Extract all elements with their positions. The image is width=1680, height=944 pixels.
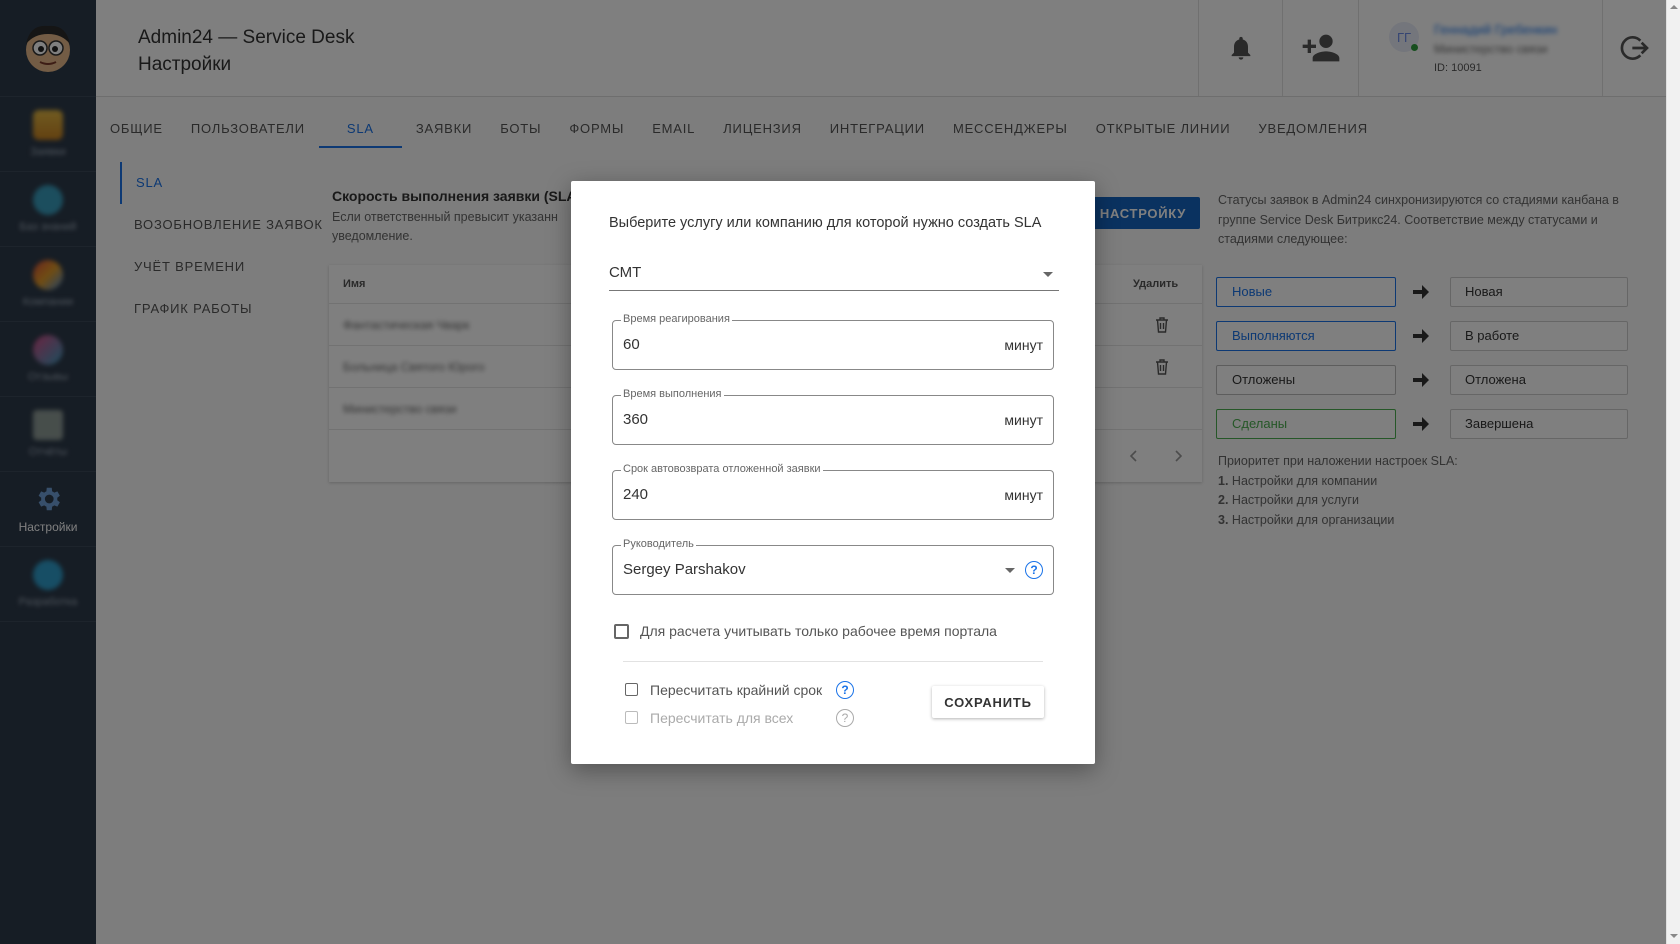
recalc-all-checkbox [625,711,638,724]
recalc-deadline-checkbox[interactable] [625,683,638,696]
scroll-up-icon[interactable] [1670,5,1678,9]
service-company-select[interactable]: СМТ [609,257,1059,291]
reaction-time-field[interactable]: Время реагирования 60 минут [612,313,1054,370]
field-label: Время реагирования [621,313,732,325]
work-time-checkbox-label[interactable]: Для расчета учитывать только рабочее вре… [640,623,997,639]
field-label: Срок автовозврата отложенной заявки [621,463,823,475]
field-unit: минут [1004,412,1043,428]
work-time-checkbox[interactable] [614,624,629,639]
recalc-deadline-label[interactable]: Пересчитать крайний срок [650,682,822,698]
field-value: Sergey Parshakov [623,561,746,578]
manager-select[interactable]: Руководитель Sergey Parshakov ? [612,538,1054,595]
field-unit: минут [1004,337,1043,353]
field-value[interactable]: 60 [623,336,640,353]
chevron-down-icon[interactable] [1005,568,1015,573]
divider [623,661,1043,662]
field-label: Руководитель [621,538,696,550]
chevron-down-icon [1043,272,1053,277]
field-label: Время выполнения [621,388,724,400]
help-icon[interactable]: ? [836,681,854,699]
field-value[interactable]: 360 [623,411,648,428]
recalc-all-label: Пересчитать для всех [650,710,794,726]
dialog-title: Выберите услугу или компанию для которой… [609,215,1042,231]
completion-time-field[interactable]: Время выполнения 360 минут [612,388,1054,445]
create-sla-dialog: Выберите услугу или компанию для которой… [571,181,1095,764]
scroll-down-icon[interactable] [1670,934,1678,938]
save-button[interactable]: СОХРАНИТЬ [932,686,1044,718]
auto-return-time-field[interactable]: Срок автовозврата отложенной заявки 240 … [612,463,1054,520]
page-scrollbar[interactable] [1666,0,1680,944]
help-icon[interactable]: ? [1025,561,1043,579]
field-unit: минут [1004,487,1043,503]
help-icon: ? [836,709,854,727]
field-value[interactable]: 240 [623,486,648,503]
select-value: СМТ [609,264,642,281]
